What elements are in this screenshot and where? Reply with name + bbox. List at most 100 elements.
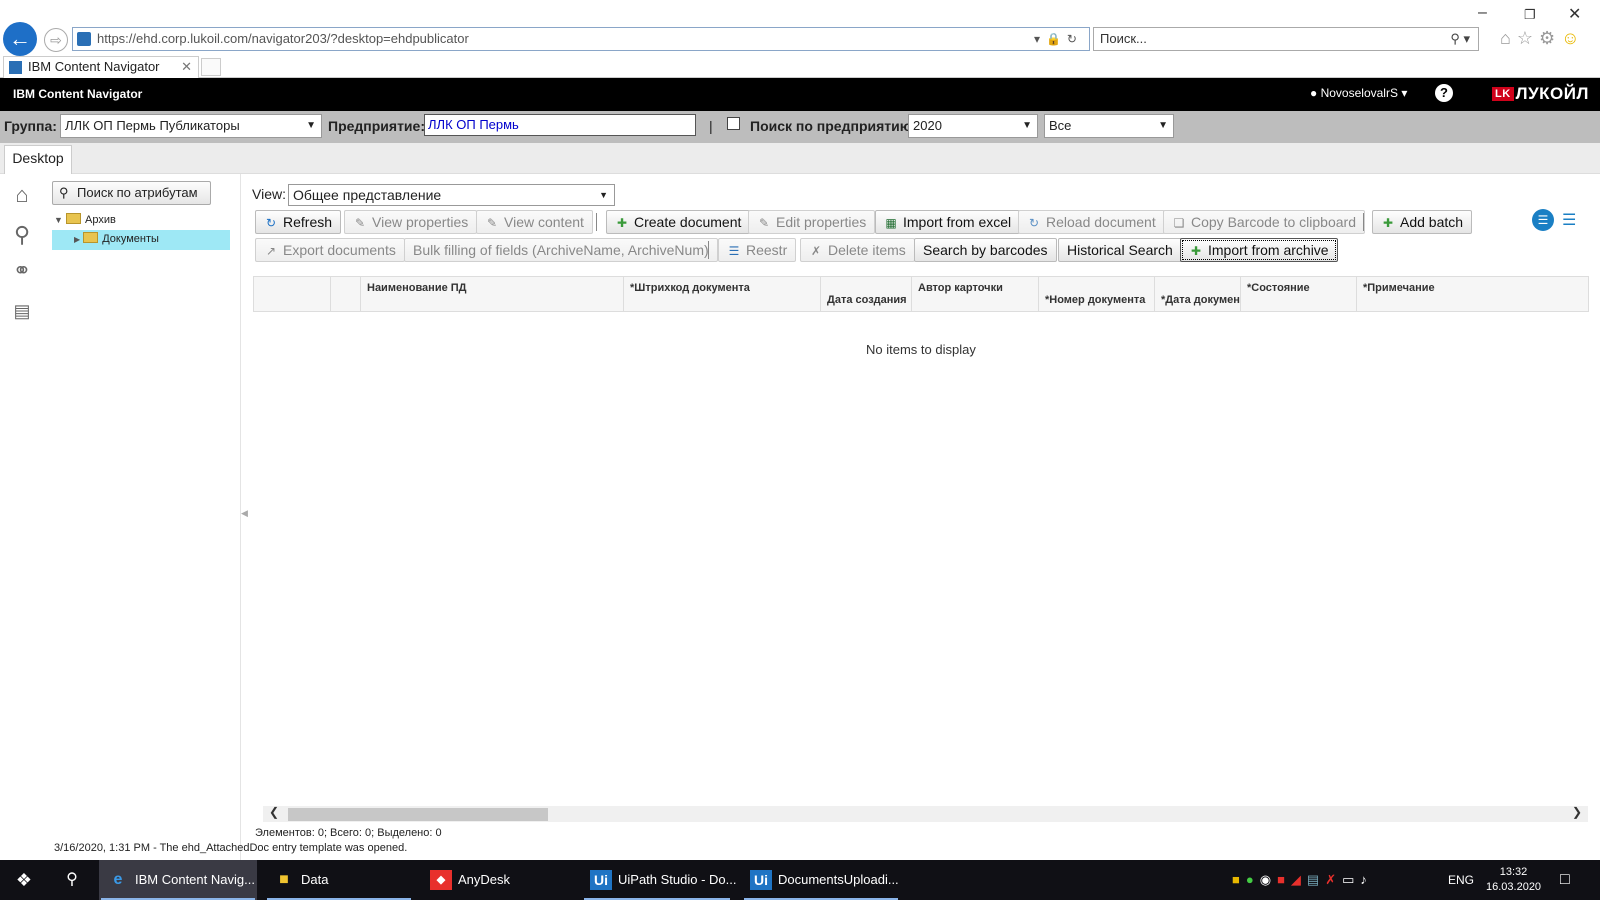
column-header[interactable]: *Состояние xyxy=(1240,277,1356,311)
taskbar-item-anydesk[interactable]: ◆ AnyDesk xyxy=(422,860,572,900)
forward-button[interactable]: ⇨ xyxy=(44,28,68,52)
status-select[interactable]: Все ▼ xyxy=(1044,114,1174,138)
group-label: Группа: xyxy=(4,118,57,134)
delete-items-button[interactable]: ✗ Delete items xyxy=(800,238,915,262)
scroll-left-icon[interactable]: ❮ xyxy=(269,805,279,819)
tree-node-documents[interactable]: ▶ Документы xyxy=(74,231,159,248)
restore-icon[interactable]: ❐ xyxy=(1524,7,1536,23)
add-batch-label: Add batch xyxy=(1400,214,1464,230)
browser-search-input[interactable]: Поиск... ⚲ ▾ xyxy=(1093,27,1479,51)
column-header[interactable]: Наименование ПД xyxy=(360,277,623,311)
import-archive-button[interactable]: ✚ Import from archive xyxy=(1180,238,1338,262)
column-header[interactable]: *Примечание xyxy=(1356,277,1588,311)
search-enterprise-checkbox[interactable] xyxy=(727,117,740,130)
column-header[interactable]: *Номер документа xyxy=(1038,277,1154,311)
new-tab-button[interactable] xyxy=(201,58,221,76)
close-window-icon[interactable]: ✕ xyxy=(1568,4,1581,24)
reload-document-button[interactable]: ↻ Reload document xyxy=(1018,210,1165,234)
start-windows-icon[interactable]: ❖ xyxy=(0,860,48,900)
view-content-button[interactable]: ✎ View content xyxy=(476,210,593,234)
search-barcodes-button[interactable]: Search by barcodes xyxy=(914,238,1057,262)
status-value: Все xyxy=(1049,118,1072,133)
system-tray-icons[interactable]: ■●◉■◢▤✗▭♪ xyxy=(1232,860,1373,900)
search-icon[interactable]: ⚲ xyxy=(9,222,35,248)
search-icon[interactable]: ⚲ ▾ xyxy=(1450,28,1470,50)
back-button[interactable]: ← xyxy=(3,22,37,56)
attribute-search-button[interactable]: ⚲ Поиск по атрибутам xyxy=(52,181,211,205)
home-icon[interactable]: ⌂ xyxy=(9,182,35,208)
tray-speaker-icon[interactable]: ♪ xyxy=(1360,872,1373,887)
column-header[interactable]: Дата создания xyxy=(820,277,911,311)
windows-taskbar: ❖ ⚲ e IBM Content Navig... ■ Data ◆ AnyD… xyxy=(0,860,1600,900)
horizontal-scrollbar[interactable]: ❮ ❯ xyxy=(263,805,1588,822)
help-icon[interactable]: ? xyxy=(1435,84,1453,102)
expand-triangle-icon[interactable]: ▼ xyxy=(54,215,63,225)
minimize-icon[interactable]: – xyxy=(1478,4,1487,22)
user-menu[interactable]: ● NovoselovalrS ▾ xyxy=(1310,86,1407,100)
tray-app-icon[interactable]: ■ xyxy=(1232,872,1246,887)
group-select[interactable]: ЛЛК ОП Пермь Публикаторы ▼ xyxy=(60,114,322,138)
tray-flag-icon[interactable]: ✗ xyxy=(1325,872,1342,887)
view-select[interactable]: Общее представление ▼ xyxy=(288,184,615,206)
search-browse-icon[interactable]: ⚭ xyxy=(9,258,35,284)
results-grid-header: Наименование ПД *Штрихкод документа Дата… xyxy=(253,276,1589,312)
tray-sync-icon[interactable]: ● xyxy=(1246,872,1260,887)
taskbar-item-documents-upload[interactable]: Ui DocumentsUploadi... xyxy=(742,860,900,900)
tray-network-icon[interactable]: ◉ xyxy=(1260,872,1277,887)
scrollbar-thumb[interactable] xyxy=(288,808,548,821)
search-placeholder: Поиск... xyxy=(1100,31,1147,46)
tray-monitor-icon[interactable]: ▭ xyxy=(1342,872,1360,887)
create-document-button[interactable]: ✚ Create document xyxy=(606,210,751,234)
input-language[interactable]: ENG xyxy=(1448,860,1474,900)
reestr-button[interactable]: ☰ Reestr xyxy=(718,238,797,262)
favorites-star-icon[interactable]: ☆ xyxy=(1517,28,1539,48)
column-header[interactable]: *Дата докумен xyxy=(1154,277,1240,311)
tab-desktop[interactable]: Desktop xyxy=(4,145,72,174)
taskbar-search-icon[interactable]: ⚲ xyxy=(48,860,96,900)
tray-chart-icon[interactable]: ▤ xyxy=(1307,872,1325,887)
edit-properties-button[interactable]: ✎ Edit properties xyxy=(748,210,876,234)
anydesk-icon: ◆ xyxy=(430,870,452,890)
address-bar-icons[interactable]: ▾🔒↻ xyxy=(1034,28,1083,50)
add-batch-button[interactable]: ✚ Add batch xyxy=(1372,210,1473,234)
taskbar-item-data[interactable]: ■ Data xyxy=(265,860,413,900)
import-excel-button[interactable]: ▦ Import from excel xyxy=(875,210,1021,234)
grid-select-column[interactable] xyxy=(330,277,360,311)
year-select[interactable]: 2020 ▼ xyxy=(908,114,1038,138)
tray-anydesk-icon[interactable]: ■ xyxy=(1277,872,1291,887)
browser-toolbar-icons[interactable]: ⌂☆⚙☺ xyxy=(1500,28,1586,49)
address-bar[interactable]: https://ehd.corp.lukoil.com/navigator203… xyxy=(72,27,1090,51)
user-icon: ● xyxy=(1310,86,1318,100)
refresh-button[interactable]: ↻ Refresh xyxy=(255,210,342,234)
historical-search-button[interactable]: Historical Search xyxy=(1058,238,1182,262)
collapse-arrow-icon[interactable]: ◀ xyxy=(241,508,248,519)
enterprise-label: Предприятие: xyxy=(328,118,425,134)
year-value: 2020 xyxy=(913,118,942,133)
collapse-triangle-icon[interactable]: ▶ xyxy=(74,235,80,244)
export-documents-button[interactable]: ↗ Export documents xyxy=(255,238,405,262)
enterprise-input[interactable]: ЛЛК ОП Пермь xyxy=(424,114,696,136)
home-icon[interactable]: ⌂ xyxy=(1500,28,1517,48)
panel-splitter[interactable]: ◀ xyxy=(241,174,248,860)
tree-node-archive[interactable]: ▼ Архив xyxy=(54,212,116,228)
scroll-right-icon[interactable]: ❯ xyxy=(1572,805,1582,819)
taskbar-clock[interactable]: 13:32 16.03.2020 xyxy=(1486,865,1541,895)
copy-barcode-button[interactable]: ❏ Copy Barcode to clipboard xyxy=(1163,210,1365,234)
tray-volume-muted-icon[interactable]: ◢ xyxy=(1291,872,1307,887)
details-view-icon[interactable]: ☰ xyxy=(1532,209,1554,231)
close-tab-icon[interactable]: ✕ xyxy=(181,57,192,77)
taskbar-item-uipath-studio[interactable]: Ui UiPath Studio - Do... xyxy=(582,860,737,900)
notifications-icon[interactable]: □ xyxy=(1560,860,1570,900)
bulk-filling-button[interactable]: Bulk filling of fields (ArchiveName, Arc… xyxy=(404,238,718,262)
view-properties-button[interactable]: ✎ View properties xyxy=(344,210,478,234)
taskbar-item-ie[interactable]: e IBM Content Navig... xyxy=(99,860,257,900)
left-nav-rail: ⌂ ⚲ ⚭ ▤ xyxy=(0,174,48,860)
tree-view-icon[interactable]: ☰ xyxy=(1562,210,1576,230)
settings-gear-icon[interactable]: ⚙ xyxy=(1539,28,1561,48)
smiley-feedback-icon[interactable]: ☺ xyxy=(1561,28,1585,48)
column-header[interactable]: Автор карточки xyxy=(911,277,1038,311)
column-header[interactable]: *Штрихкод документа xyxy=(623,277,820,311)
browser-tab[interactable]: IBM Content Navigator ✕ xyxy=(3,56,199,78)
reports-chart-icon[interactable]: ▤ xyxy=(9,298,35,324)
tree-node-documents-label: Документы xyxy=(102,233,159,245)
